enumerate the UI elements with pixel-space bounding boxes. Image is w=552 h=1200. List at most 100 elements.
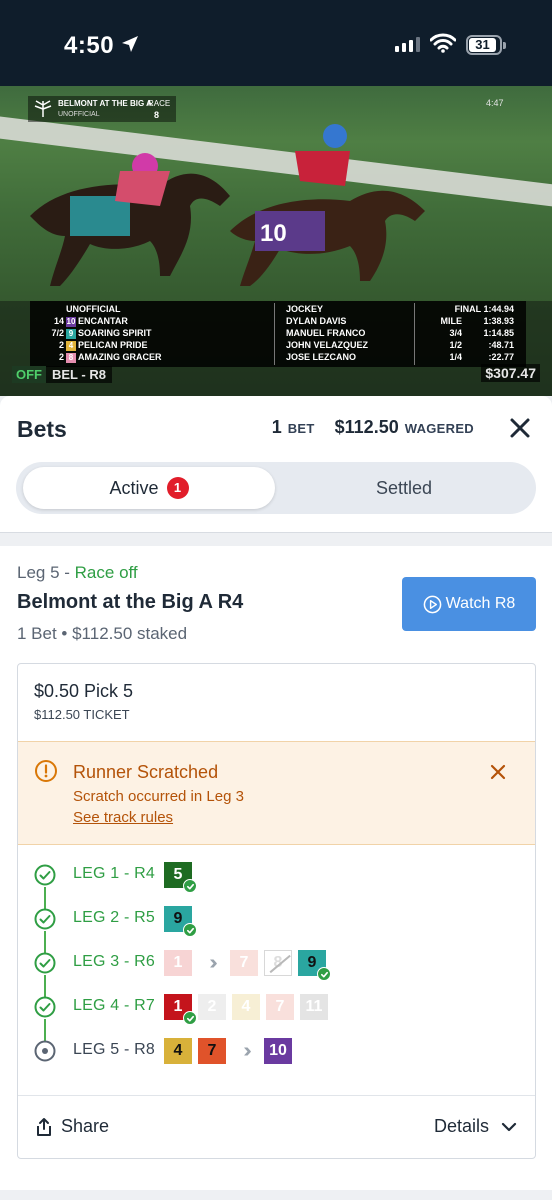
scratch-alert: Runner Scratched Scratch occurred in Leg… — [18, 741, 535, 845]
legs-list: LEG 1 - R4 5 LEG 2 - R5 9 LEG 3 - R6 1 ›› 7 8 9 LE… — [18, 845, 535, 1097]
share-icon — [37, 1117, 51, 1136]
battery-icon: 31 — [466, 35, 506, 55]
dismiss-alert-icon[interactable] — [489, 763, 507, 781]
horse-name: PELICAN PRIDE — [78, 340, 148, 350]
location-arrow-icon — [122, 36, 138, 52]
video-clock: 4:47 — [486, 98, 504, 108]
tab-active-label: Active — [109, 477, 159, 498]
close-icon[interactable] — [508, 416, 532, 440]
result-row: 2 8 AMAZING GRACER — [58, 352, 162, 363]
leg-row: LEG 5 - R8 4 7 ›› 10 — [34, 1035, 524, 1067]
carryover-chevron-icon: ›› — [209, 951, 217, 974]
race-tag: BEL - R8 — [46, 366, 112, 383]
leg-runners: 1 ›› 7 8 9 — [164, 947, 331, 981]
leg-prefix: Leg 5 - — [17, 563, 75, 582]
active-count-badge: 1 — [166, 477, 189, 499]
final-time: FINAL 1:44.94 — [454, 304, 514, 314]
runner-badge: 4 — [164, 1038, 192, 1064]
ticket-title: $0.50 Pick 5 — [34, 681, 134, 701]
carryover-chevron-icon: ›› — [243, 1039, 251, 1062]
runner-badge: 8 — [264, 950, 292, 976]
split-time: MILE 1:38.93 — [440, 316, 515, 326]
watch-button-label: Watch R8 — [445, 595, 516, 612]
runner-badge: 7 — [198, 1038, 226, 1064]
share-label: Share — [61, 1116, 110, 1136]
bet-count: 1 — [271, 417, 282, 437]
horse-name: ENCANTAR — [78, 316, 128, 326]
wifi-icon — [430, 33, 456, 53]
race-label: RACE — [148, 99, 171, 108]
track-logo-sub: UNOFFICIAL — [58, 111, 100, 118]
runner-badge: 9 — [164, 906, 197, 937]
runner-badge: 4 — [232, 994, 260, 1020]
winner-check-icon — [183, 923, 197, 937]
signal-icon — [395, 37, 420, 52]
details-toggle[interactable]: Details — [434, 1116, 517, 1137]
runner-badge: 2 — [198, 994, 226, 1020]
share-button[interactable]: Share — [35, 1116, 109, 1137]
runner-badge: 11 — [300, 994, 328, 1020]
check-circle-icon — [34, 864, 56, 886]
ticket-footer: Share Details — [18, 1095, 535, 1158]
horse-name: SOARING SPIRIT — [78, 328, 152, 338]
horse-name: AMAZING GRACER — [78, 352, 162, 362]
bets-tab-switch: Active 1 Settled — [16, 462, 536, 514]
race-number: 8 — [154, 110, 160, 120]
post-position: 4 — [66, 341, 76, 351]
check-circle-icon — [34, 996, 56, 1018]
race-status-tag: OFF BEL - R8 — [12, 366, 112, 383]
svg-text:10: 10 — [260, 220, 287, 247]
battery-level: 31 — [469, 38, 496, 52]
ticket-card: $0.50 Pick 5 $112.50 TICKET Runner Scrat… — [17, 663, 536, 1159]
leg-label: LEG 4 - R7 — [73, 997, 156, 1014]
bet-summary: 1 BET $112.50 WAGERED — [272, 417, 474, 438]
leg-runners: 9 — [164, 903, 197, 937]
tab-settled[interactable]: Settled — [278, 467, 530, 509]
leg-runners: 5 — [164, 859, 197, 893]
stake-text: 1 Bet • $112.50 staked — [17, 624, 188, 643]
leg-row: LEG 4 - R7 1 2 4 7 11 — [34, 991, 524, 1025]
leg-status-line: Leg 5 - Race off — [17, 563, 138, 583]
check-circle-icon — [34, 952, 56, 974]
alert-message: Scratch occurred in Leg 3 — [73, 788, 244, 805]
watch-race-button[interactable]: Watch R8 — [402, 577, 536, 631]
result-row: 7/2 9 SOARING SPIRIT — [51, 328, 152, 339]
horse-image: 10 — [230, 124, 425, 286]
race-name: Belmont at the Big A R4 — [17, 591, 244, 613]
post-position: 10 — [66, 317, 76, 327]
bets-sheet: Bets 1 BET $112.50 WAGERED Active 1 Sett… — [0, 396, 552, 1200]
jockey-name: MANUEL FRANCO — [286, 328, 366, 338]
bets-header: Bets 1 BET $112.50 WAGERED Active 1 Sett… — [0, 396, 552, 533]
runner-badge: 10 — [264, 1038, 292, 1064]
jockey-name: DYLAN DAVIS — [286, 316, 347, 326]
tab-settled-label: Settled — [375, 477, 433, 498]
leg-label: LEG 5 - R8 — [73, 1041, 156, 1058]
split-time: 1/4:22.77 — [449, 352, 514, 362]
post-position: 8 — [66, 353, 76, 363]
leg-row: LEG 2 - R5 9 — [34, 903, 524, 937]
runner-badge: 1 — [164, 950, 192, 976]
track-logo: BELMONT AT THE BIG A UNOFFICIAL RACE 8 — [28, 96, 176, 122]
track-rules-link[interactable]: See track rules — [73, 809, 173, 826]
tab-active[interactable]: Active 1 — [23, 467, 275, 509]
race-status: Race off — [74, 563, 138, 582]
radio-dot-icon — [34, 1040, 56, 1062]
runner-badge: 7 — [266, 994, 294, 1020]
result-row: 2 4 PELICAN PRIDE — [58, 340, 148, 351]
runner-badge: 9 — [298, 950, 331, 981]
wagered-amount: $112.50 — [334, 417, 399, 437]
status-time: 4:50 — [64, 32, 115, 59]
off-label: OFF — [12, 366, 46, 383]
results-header: UNOFFICIAL — [66, 304, 121, 314]
runner-badge: 5 — [164, 862, 197, 893]
page-title: Bets — [17, 416, 67, 442]
post-position: 9 — [66, 329, 76, 339]
split-time: 3/4 1:14.85 — [449, 328, 514, 338]
winner-check-icon — [183, 1011, 197, 1025]
winner-check-icon — [317, 967, 331, 981]
check-circle-icon — [34, 908, 56, 930]
ticket-subtitle: $112.50 TICKET — [34, 707, 130, 722]
info-icon — [35, 760, 57, 782]
race-video-player[interactable]: 10 BELMONT AT THE BIG A UNOFFICIAL RACE … — [0, 86, 552, 396]
jockey-header: JOCKEY — [286, 304, 324, 314]
